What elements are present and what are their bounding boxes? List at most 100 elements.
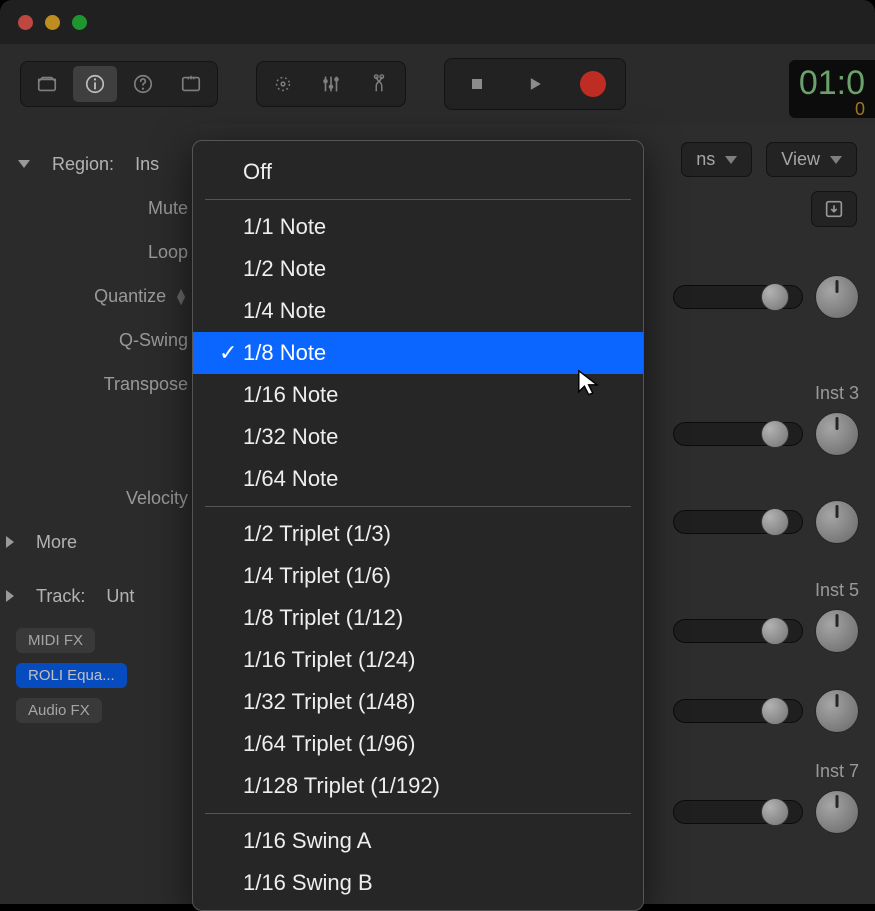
record-icon bbox=[580, 71, 606, 97]
quantize-option-label: 1/8 Note bbox=[243, 340, 326, 366]
pan-knob[interactable] bbox=[815, 609, 859, 653]
chevron-down-icon bbox=[18, 160, 30, 168]
slider-thumb[interactable] bbox=[761, 283, 789, 311]
library-button[interactable] bbox=[25, 66, 69, 102]
quantize-option-label: Off bbox=[243, 159, 272, 185]
quantize-option[interactable]: 1/16 Swing A bbox=[193, 820, 643, 862]
quantize-option[interactable]: 1/4 Note bbox=[193, 290, 643, 332]
transport-controls bbox=[444, 58, 626, 110]
zoom-window-button[interactable] bbox=[72, 15, 87, 30]
quantize-option-label: 1/64 Triplet (1/96) bbox=[243, 731, 415, 757]
menu-separator bbox=[205, 506, 631, 507]
volume-slider[interactable] bbox=[673, 285, 803, 309]
quantize-option-label: 1/32 Triplet (1/48) bbox=[243, 689, 415, 715]
quantize-option[interactable]: 1/16 Triplet (1/24) bbox=[193, 639, 643, 681]
volume-slider[interactable] bbox=[673, 699, 803, 723]
record-button[interactable] bbox=[567, 65, 619, 103]
quantize-option-label: 1/16 Swing B bbox=[243, 870, 373, 896]
quantize-option[interactable]: 1/1 Note bbox=[193, 206, 643, 248]
quantize-option-label: 1/16 Triplet (1/24) bbox=[243, 647, 415, 673]
quantize-menu: Off 1/1 Note 1/2 Note 1/4 Note✓1/8 Note 1/16… bbox=[192, 140, 644, 911]
smart-controls-button[interactable] bbox=[261, 66, 305, 102]
pan-knob[interactable] bbox=[815, 275, 859, 319]
minimize-window-button[interactable] bbox=[45, 15, 60, 30]
quantize-option[interactable]: 1/16 Swing B bbox=[193, 862, 643, 904]
chevron-down-icon bbox=[830, 156, 842, 164]
main-toolbar: 01:0 0 bbox=[0, 44, 875, 124]
slider-thumb[interactable] bbox=[761, 617, 789, 645]
inspector-button[interactable] bbox=[73, 66, 117, 102]
quantize-option[interactable]: 1/8 Triplet (1/12) bbox=[193, 597, 643, 639]
stop-button[interactable] bbox=[451, 65, 503, 103]
q-swing-row[interactable]: Q-Swing bbox=[0, 318, 200, 362]
toolbar-toggle-button[interactable] bbox=[169, 66, 213, 102]
quantize-option-label: 1/4 Note bbox=[243, 298, 326, 324]
slider-thumb[interactable] bbox=[761, 798, 789, 826]
pan-knob[interactable] bbox=[815, 790, 859, 834]
region-label: Region: bbox=[52, 154, 114, 175]
quantize-option[interactable]: 1/32 Triplet (1/48) bbox=[193, 681, 643, 723]
slider-thumb[interactable] bbox=[761, 508, 789, 536]
quantize-option-label: 1/2 Note bbox=[243, 256, 326, 282]
catch-playhead-button[interactable] bbox=[811, 191, 857, 227]
midi-fx-slot[interactable]: MIDI FX bbox=[16, 628, 95, 653]
instrument-slot[interactable]: ROLI Equa... bbox=[16, 663, 127, 688]
quantize-option[interactable]: 1/64 Triplet (1/96) bbox=[193, 723, 643, 765]
chevron-down-icon bbox=[725, 156, 737, 164]
loop-row[interactable]: Loop bbox=[0, 230, 200, 274]
quantize-option-label: 1/128 Triplet (1/192) bbox=[243, 773, 440, 799]
quantize-option[interactable]: 1/2 Triplet (1/3) bbox=[193, 513, 643, 555]
pan-knob[interactable] bbox=[815, 500, 859, 544]
window-titlebar bbox=[0, 0, 875, 44]
quantize-option[interactable]: 1/4 Triplet (1/6) bbox=[193, 555, 643, 597]
mixer-button[interactable] bbox=[309, 66, 353, 102]
mouse-cursor bbox=[576, 368, 604, 401]
slider-thumb[interactable] bbox=[761, 420, 789, 448]
volume-slider[interactable] bbox=[673, 619, 803, 643]
checkmark-icon: ✓ bbox=[219, 340, 243, 366]
pan-knob[interactable] bbox=[815, 689, 859, 733]
velocity-row[interactable]: Velocity bbox=[0, 476, 200, 520]
quantize-option[interactable]: 1/32 Note bbox=[193, 416, 643, 458]
quantize-row[interactable]: Quantize ▲▼ bbox=[0, 274, 200, 318]
transpose-row[interactable]: Transpose bbox=[0, 362, 200, 406]
lcd-time: 01:0 bbox=[799, 66, 865, 100]
region-name: Ins bbox=[135, 154, 159, 175]
center-tool-group bbox=[256, 61, 406, 107]
quantize-option-label: 1/16 Swing A bbox=[243, 828, 371, 854]
quantize-option[interactable]: Off bbox=[193, 151, 643, 193]
editors-button[interactable] bbox=[357, 66, 401, 102]
volume-slider[interactable] bbox=[673, 800, 803, 824]
quantize-option-label: 1/64 Note bbox=[243, 466, 338, 492]
quantize-option[interactable]: 1/64 Note bbox=[193, 458, 643, 500]
view-menu[interactable]: View bbox=[766, 142, 857, 177]
track-header[interactable]: Track: Unt bbox=[0, 574, 200, 618]
menu-separator bbox=[205, 199, 631, 200]
lcd-sub: 0 bbox=[799, 100, 865, 118]
region-header[interactable]: Region: Ins bbox=[0, 142, 200, 186]
volume-slider[interactable] bbox=[673, 510, 803, 534]
mute-row[interactable]: Mute bbox=[0, 186, 200, 230]
quantize-option-label: 1/2 Triplet (1/3) bbox=[243, 521, 391, 547]
menu-separator bbox=[205, 813, 631, 814]
slider-thumb[interactable] bbox=[761, 697, 789, 725]
quick-help-button[interactable] bbox=[121, 66, 165, 102]
volume-slider[interactable] bbox=[673, 422, 803, 446]
quantize-option-label: 1/8 Triplet (1/12) bbox=[243, 605, 403, 631]
quantize-option[interactable]: 1/2 Note bbox=[193, 248, 643, 290]
left-tool-group bbox=[20, 61, 218, 107]
pan-knob[interactable] bbox=[815, 412, 859, 456]
audio-fx-slot[interactable]: Audio FX bbox=[16, 698, 102, 723]
quantize-option-label: 1/32 Note bbox=[243, 424, 338, 450]
stepper-icon: ▲▼ bbox=[174, 288, 188, 305]
functions-menu[interactable]: ns bbox=[681, 142, 752, 177]
play-button[interactable] bbox=[509, 65, 561, 103]
chevron-right-icon bbox=[6, 536, 14, 548]
quantize-label: Quantize bbox=[94, 286, 166, 307]
close-window-button[interactable] bbox=[18, 15, 33, 30]
inspector-panel: Region: Ins Mute Loop Quantize ▲▼ Q-Swin… bbox=[0, 124, 200, 904]
lcd-display[interactable]: 01:0 0 bbox=[789, 60, 875, 118]
quantize-option-label: 1/16 Note bbox=[243, 382, 338, 408]
quantize-option[interactable]: 1/128 Triplet (1/192) bbox=[193, 765, 643, 807]
more-header[interactable]: More bbox=[0, 520, 200, 564]
